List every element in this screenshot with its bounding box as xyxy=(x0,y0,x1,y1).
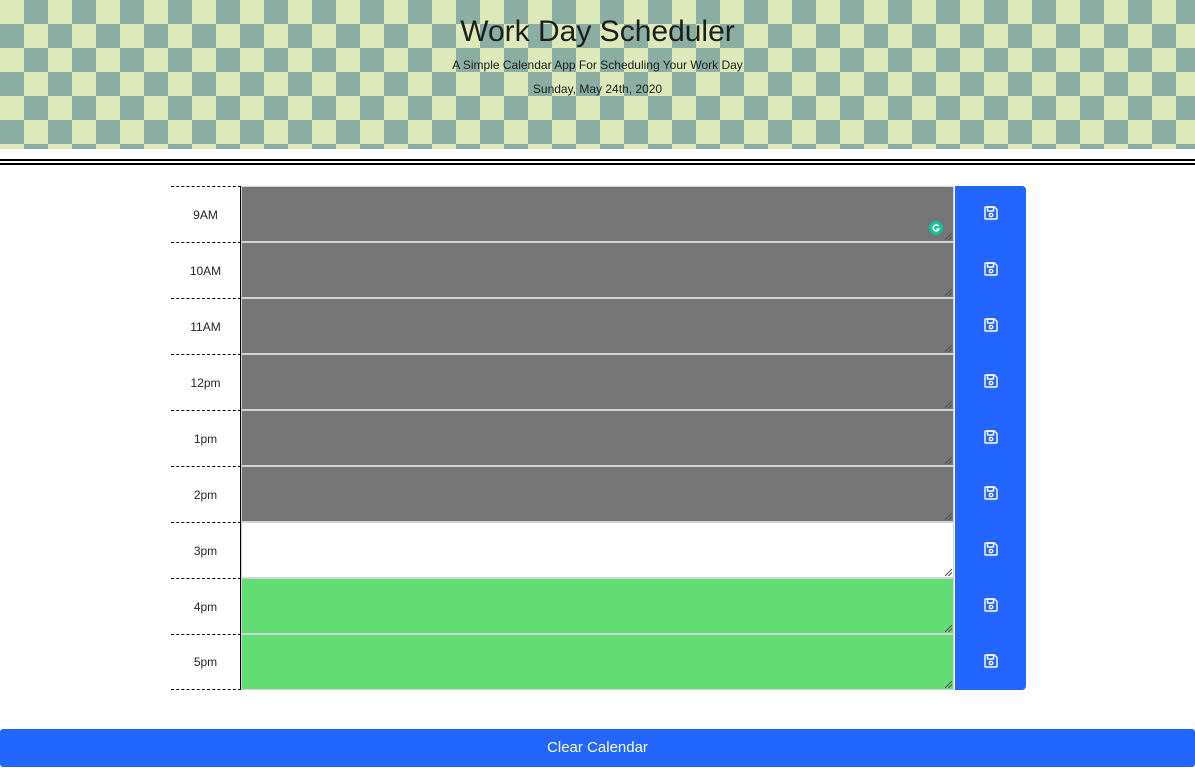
event-description-textarea[interactable] xyxy=(241,522,954,578)
floppy-disk-icon xyxy=(983,429,999,448)
hour-label: 10AM xyxy=(171,242,241,298)
current-date: Sunday, May 24th, 2020 xyxy=(532,82,663,96)
event-description-textarea[interactable] xyxy=(241,186,954,242)
save-button[interactable] xyxy=(955,186,1026,242)
resize-handle[interactable] xyxy=(945,289,952,296)
page-title: Work Day Scheduler xyxy=(460,15,735,48)
resize-handle[interactable] xyxy=(945,513,952,520)
time-block-row: 3pm xyxy=(171,522,1026,578)
time-block-list: 9AM 10AM 11AM 12pm 1pm 2pm 3pm 4pm 5pm xyxy=(171,186,1026,690)
hour-label: 11AM xyxy=(171,298,241,354)
event-description-textarea[interactable] xyxy=(241,466,954,522)
floppy-disk-icon xyxy=(983,541,999,560)
save-button[interactable] xyxy=(955,410,1026,466)
header-divider xyxy=(0,159,1195,165)
floppy-disk-icon xyxy=(983,261,999,280)
time-block-row: 10AM xyxy=(171,242,1026,298)
event-description-textarea[interactable] xyxy=(241,298,954,354)
floppy-disk-icon xyxy=(983,653,999,672)
floppy-disk-icon xyxy=(983,597,999,616)
resize-handle[interactable] xyxy=(945,681,952,688)
floppy-disk-icon xyxy=(983,485,999,504)
hour-label: 3pm xyxy=(171,522,241,578)
grammarly-icon[interactable] xyxy=(929,221,943,235)
save-button[interactable] xyxy=(955,466,1026,522)
time-block-row: 2pm xyxy=(171,466,1026,522)
time-block-row: 9AM xyxy=(171,186,1026,242)
event-description-textarea[interactable] xyxy=(241,578,954,634)
time-block-row: 1pm xyxy=(171,410,1026,466)
time-block-row: 4pm xyxy=(171,578,1026,634)
resize-handle[interactable] xyxy=(945,233,952,240)
save-button[interactable] xyxy=(955,242,1026,298)
resize-handle[interactable] xyxy=(945,625,952,632)
save-button[interactable] xyxy=(955,634,1026,690)
floppy-disk-icon xyxy=(983,373,999,392)
save-button[interactable] xyxy=(955,578,1026,634)
event-description-textarea[interactable] xyxy=(241,354,954,410)
hour-label: 5pm xyxy=(171,634,241,690)
event-description-textarea[interactable] xyxy=(241,410,954,466)
hour-label: 4pm xyxy=(171,578,241,634)
save-button[interactable] xyxy=(955,298,1026,354)
event-description-textarea[interactable] xyxy=(241,634,954,690)
hour-label: 9AM xyxy=(171,186,241,242)
floppy-disk-icon xyxy=(983,317,999,336)
floppy-disk-icon xyxy=(983,205,999,224)
time-block-row: 11AM xyxy=(171,298,1026,354)
hour-label: 1pm xyxy=(171,410,241,466)
resize-handle[interactable] xyxy=(945,345,952,352)
resize-handle[interactable] xyxy=(945,401,952,408)
save-button[interactable] xyxy=(955,522,1026,578)
time-block-row: 12pm xyxy=(171,354,1026,410)
hour-label: 2pm xyxy=(171,466,241,522)
time-block-row: 5pm xyxy=(171,634,1026,690)
hour-label: 12pm xyxy=(171,354,241,410)
event-description-textarea[interactable] xyxy=(241,242,954,298)
save-button[interactable] xyxy=(955,354,1026,410)
clear-calendar-button[interactable]: Clear Calendar xyxy=(0,729,1195,767)
header-jumbotron: Work Day Scheduler A Simple Calendar App… xyxy=(0,0,1195,149)
resize-handle[interactable] xyxy=(945,569,952,576)
resize-handle[interactable] xyxy=(945,457,952,464)
page-subtitle: A Simple Calendar App For Scheduling You… xyxy=(452,58,743,72)
